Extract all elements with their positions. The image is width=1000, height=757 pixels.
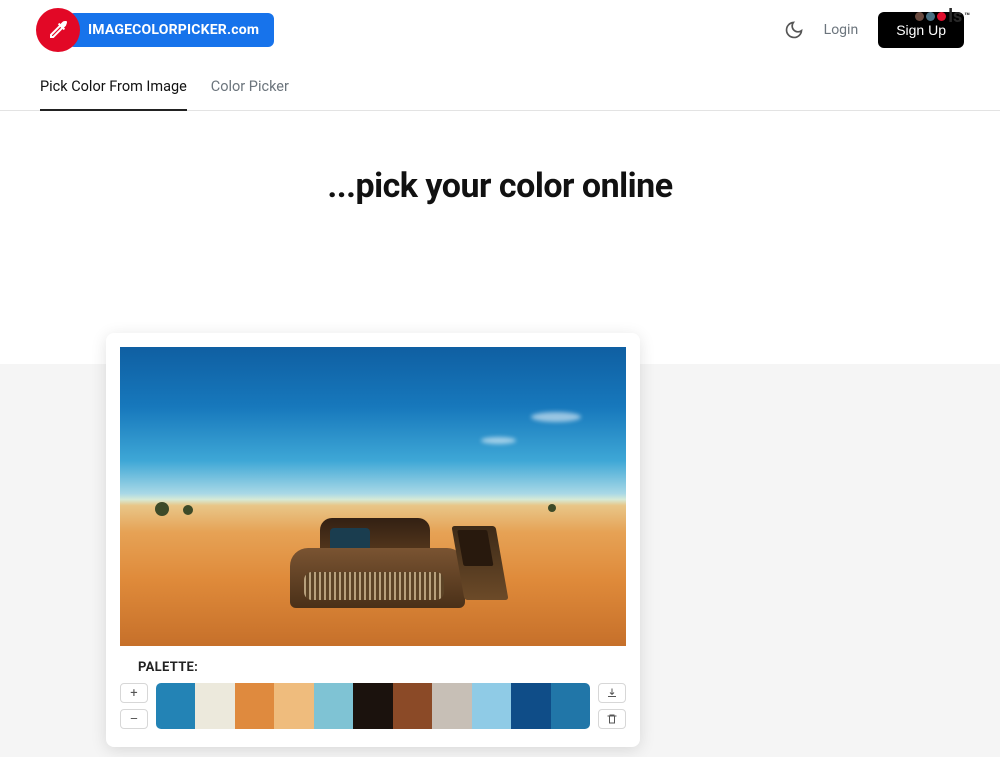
image-detail [155,502,169,516]
palette-swatch[interactable] [353,683,392,729]
palette-add-button[interactable]: + [120,683,148,703]
palette-swatches [156,683,590,729]
moon-icon [784,20,804,40]
tab-color-picker[interactable]: Color Picker [211,66,289,110]
palette-remove-button[interactable]: – [120,709,148,729]
palette-row: + – [120,683,626,729]
palette-size-controls: + – [120,683,148,729]
image-detail [481,437,516,444]
hero-title: ...pick your color online [0,166,1000,206]
tabs: Pick Color From Image Color Picker [0,66,1000,111]
image-detail [531,412,581,422]
watermark-tm: ™ [964,12,970,22]
palette-swatch[interactable] [274,683,313,729]
trash-icon [606,713,618,725]
brand-name: IMAGECOLORPICKER.com [68,13,274,47]
hero: ...pick your color online [0,111,1000,246]
palette-swatch[interactable] [314,683,353,729]
watermark-dot [915,12,924,21]
image-detail [183,505,193,515]
theme-toggle-button[interactable] [784,20,804,40]
header: IMAGECOLORPICKER.com Login Sign Up [0,0,1000,60]
eyedropper-icon [46,18,70,42]
palette-swatch[interactable] [235,683,274,729]
palette-swatch[interactable] [195,683,234,729]
palette-section: PALETTE: + – [120,660,626,729]
watermark-dot [937,12,946,21]
palette-swatch[interactable] [156,683,195,729]
sample-image[interactable] [120,347,626,646]
palette-swatch[interactable] [551,683,590,729]
image-detail [270,500,500,618]
palette-delete-button[interactable] [598,709,626,729]
palette-label: PALETTE: [138,660,626,675]
palette-swatch[interactable] [511,683,550,729]
palette-swatch[interactable] [472,683,511,729]
watermark-text: ls [948,6,962,27]
logo[interactable]: IMAGECOLORPICKER.com [36,8,274,52]
palette-actions [598,683,626,729]
watermark-dot [926,12,935,21]
palette-swatch[interactable] [432,683,471,729]
image-detail [548,504,556,512]
login-link[interactable]: Login [824,22,859,38]
palette-download-button[interactable] [598,683,626,703]
download-icon [606,687,618,699]
watermark: ls ™ [915,6,970,27]
picker-card: PALETTE: + – [106,333,640,747]
palette-swatch[interactable] [393,683,432,729]
tab-pick-from-image[interactable]: Pick Color From Image [40,66,187,111]
logo-icon [36,8,80,52]
